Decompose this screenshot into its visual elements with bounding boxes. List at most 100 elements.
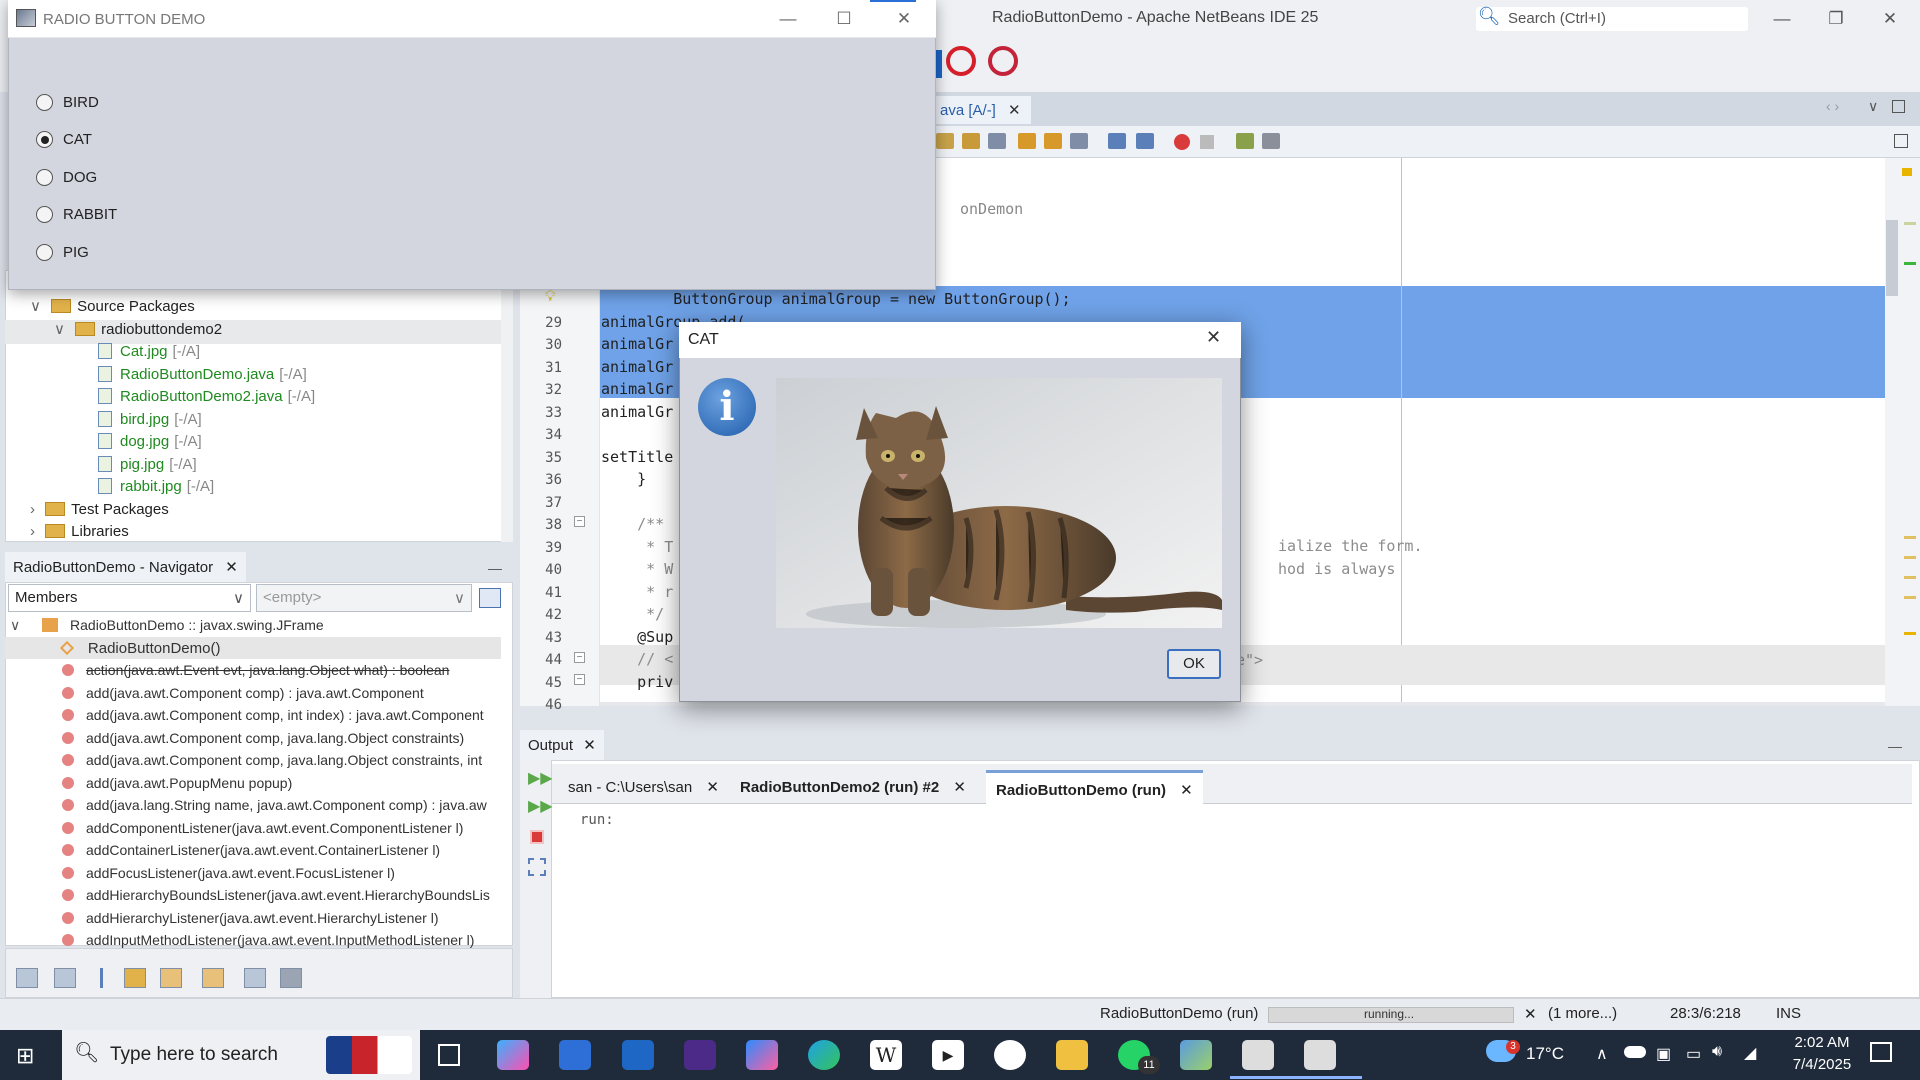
navigator-member[interactable]: add(java.lang.String name, java.awt.Comp… — [10, 794, 500, 817]
demo-minimize-button[interactable]: — — [766, 4, 810, 34]
wikipedia-icon[interactable]: W — [870, 1040, 902, 1070]
code-line[interactable]: // < — [601, 650, 673, 668]
navigator-member[interactable]: addHierarchyBoundsListener(java.awt.even… — [10, 884, 500, 907]
battery-icon[interactable]: ▭ — [1686, 1044, 1701, 1064]
copilot-icon[interactable] — [497, 1040, 529, 1070]
tab-list-icon[interactable]: ∨ — [1868, 98, 1878, 115]
taskbar-search-input[interactable]: Type here to search — [110, 1044, 278, 1066]
code-line[interactable]: animalGr — [601, 380, 673, 398]
netbeans-icon[interactable] — [1180, 1040, 1212, 1070]
hint-bulb-icon[interactable]: 💡︎ — [545, 288, 561, 305]
output-settings-icon[interactable] — [528, 858, 546, 876]
show-nonpublic-icon[interactable] — [124, 968, 146, 988]
stop-icon[interactable] — [530, 830, 544, 844]
tree-item[interactable]: rabbit.jpg [-/A] — [98, 476, 214, 498]
error-stripe-marker[interactable] — [1902, 168, 1912, 176]
navigator-member[interactable]: addFocusListener(java.awt.event.FocusLis… — [10, 862, 500, 885]
tree-item[interactable]: ∨ Source Packages — [30, 296, 195, 318]
split-editor-icon[interactable] — [1894, 134, 1908, 148]
close-icon[interactable]: ✕ — [225, 559, 238, 576]
error-stripe-marker[interactable] — [1904, 596, 1916, 599]
comment-icon[interactable] — [1236, 133, 1254, 149]
radio-button[interactable] — [36, 93, 53, 111]
navigator-filter2-select[interactable]: <empty> ∨ — [256, 584, 472, 612]
outlook-icon[interactable] — [622, 1040, 654, 1070]
output-text[interactable]: run: — [580, 812, 614, 828]
radio-button[interactable] — [36, 206, 53, 223]
code-line[interactable]: ButtonGroup animalGroup = new ButtonGrou… — [601, 290, 1070, 308]
hackerrank-icon[interactable] — [684, 1040, 716, 1070]
start-macro-icon[interactable] — [1174, 134, 1190, 150]
demo-close-button[interactable]: ✕ — [882, 4, 926, 34]
cancel-task-icon[interactable]: ✕ — [1524, 1005, 1537, 1023]
projects-scrollbar[interactable] — [501, 270, 513, 542]
task-view-icon[interactable] — [438, 1044, 460, 1066]
fqn-icon[interactable] — [202, 968, 224, 988]
radio-option-bird[interactable]: BIRD — [36, 89, 99, 115]
error-stripe-marker[interactable] — [1904, 262, 1916, 265]
status-task[interactable]: RadioButtonDemo (run) — [1100, 1005, 1258, 1022]
navigator-member[interactable]: add(java.awt.PopupMenu popup) — [10, 772, 500, 795]
code-line[interactable]: animalGr — [601, 335, 673, 353]
history-icon[interactable] — [936, 133, 954, 149]
code-line[interactable]: * r — [601, 583, 673, 601]
notifications-icon[interactable] — [1870, 1042, 1892, 1062]
tree-item[interactable]: bird.jpg [-/A] — [98, 409, 202, 431]
output-tab-demo[interactable]: RadioButtonDemo (run) ✕ — [986, 770, 1203, 804]
prev-occurrence-icon[interactable] — [1018, 133, 1036, 149]
radio-button[interactable] — [36, 131, 53, 148]
navigator-member[interactable]: add(java.awt.Component comp) : java.awt.… — [10, 682, 500, 705]
stop-macro-icon[interactable] — [1200, 135, 1214, 149]
cat-dialog-titlebar[interactable] — [679, 322, 1241, 358]
github-icon[interactable] — [994, 1040, 1026, 1070]
close-icon[interactable]: ✕ — [1180, 782, 1193, 799]
radio-option-cat[interactable]: CAT — [36, 127, 92, 153]
search-icon[interactable]: 🔍︎ — [74, 1040, 99, 1065]
ide-search-input[interactable]: Search (Ctrl+I) — [1508, 10, 1606, 27]
radio-option-rabbit[interactable]: RABBIT — [36, 202, 117, 228]
java-app-icon[interactable] — [1242, 1040, 1274, 1070]
navigator-tab[interactable]: RadioButtonDemo - Navigator ✕ — [5, 552, 246, 582]
error-stripe-marker[interactable] — [1904, 536, 1916, 539]
show-static-icon[interactable] — [100, 968, 103, 988]
code-line[interactable]: priv — [601, 673, 673, 691]
navigator-member[interactable]: add(java.awt.Component comp, java.lang.O… — [10, 727, 500, 750]
m365-copilot-icon[interactable] — [746, 1040, 778, 1070]
show-inherited-icon[interactable] — [16, 968, 38, 988]
radio-option-dog[interactable]: DOG — [36, 164, 97, 190]
wifi-icon[interactable]: ◢ — [1744, 1043, 1756, 1063]
profile-settings-icon[interactable] — [988, 46, 1018, 76]
code-line[interactable]: /** — [601, 515, 664, 533]
clock-date[interactable]: 7/4/2025 — [1782, 1056, 1862, 1073]
ide-close-button[interactable]: ✕ — [1868, 4, 1912, 34]
edge-icon[interactable] — [808, 1040, 840, 1070]
tree-item[interactable]: ∨ radiobuttondemo2 — [54, 319, 222, 341]
radio-option-pig[interactable]: PIG — [36, 239, 89, 265]
navigator-constructor[interactable]: RadioButtonDemo() — [10, 637, 220, 660]
ide-restore-button[interactable]: ❐ — [1814, 4, 1858, 34]
navigator-member[interactable]: add(java.awt.Component comp, int index) … — [10, 704, 500, 727]
demo-maximize-button[interactable]: ☐ — [822, 4, 866, 34]
error-stripe-marker[interactable] — [1904, 556, 1916, 559]
close-icon[interactable]: ✕ — [583, 737, 596, 754]
tree-item[interactable]: RadioButtonDemo2.java [-/A] — [98, 386, 315, 408]
youtube-icon[interactable]: ▶ — [932, 1040, 964, 1070]
code-line[interactable]: @Sup — [601, 628, 673, 646]
navigator-root[interactable]: ∨ RadioButtonDemo :: javax.swing.JFrame — [10, 614, 324, 637]
navigator-member[interactable]: action(java.awt.Event evt, java.lang.Obj… — [10, 659, 500, 682]
clock-time[interactable]: 2:02 AM — [1782, 1034, 1862, 1051]
next-occurrence-icon[interactable] — [1044, 133, 1062, 149]
navigator-member[interactable]: addHierarchyListener(java.awt.event.Hier… — [10, 907, 500, 930]
java-app-icon[interactable] — [1304, 1040, 1336, 1070]
maximize-editor-icon[interactable] — [1892, 100, 1905, 113]
tab-scroll-icon[interactable]: ‹ › — [1826, 98, 1839, 114]
editor-horizontal-scrollbar[interactable] — [600, 702, 1885, 706]
minimize-panel-icon[interactable]: — — [488, 560, 502, 576]
chevron-icon[interactable]: ∨ — [54, 321, 69, 338]
show-inner-icon[interactable] — [160, 968, 182, 988]
shift-left-icon[interactable] — [1108, 133, 1126, 149]
output-tab-demo2[interactable]: RadioButtonDemo2 (run) #2 ✕ — [730, 770, 976, 804]
navigator-member[interactable]: addComponentListener(java.awt.event.Comp… — [10, 817, 500, 840]
last-edit-icon[interactable] — [962, 133, 980, 149]
code-line[interactable]: * W — [601, 560, 673, 578]
